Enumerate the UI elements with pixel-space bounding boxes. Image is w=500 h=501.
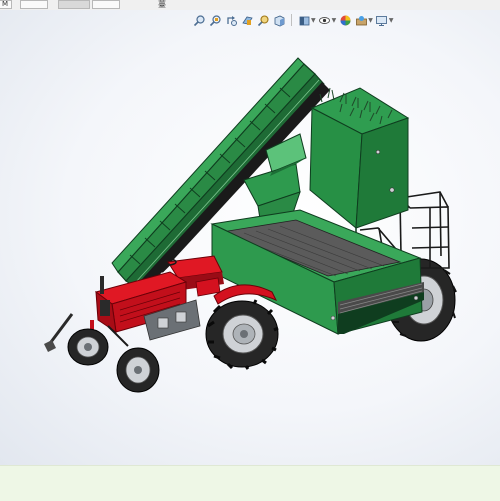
harvester-3d-model[interactable] bbox=[0, 0, 500, 500]
status-bar bbox=[0, 465, 500, 501]
tractor-front-wheels bbox=[67, 328, 160, 393]
upper-hopper-box bbox=[309, 87, 410, 240]
tractor-rear-wheel bbox=[205, 299, 279, 370]
